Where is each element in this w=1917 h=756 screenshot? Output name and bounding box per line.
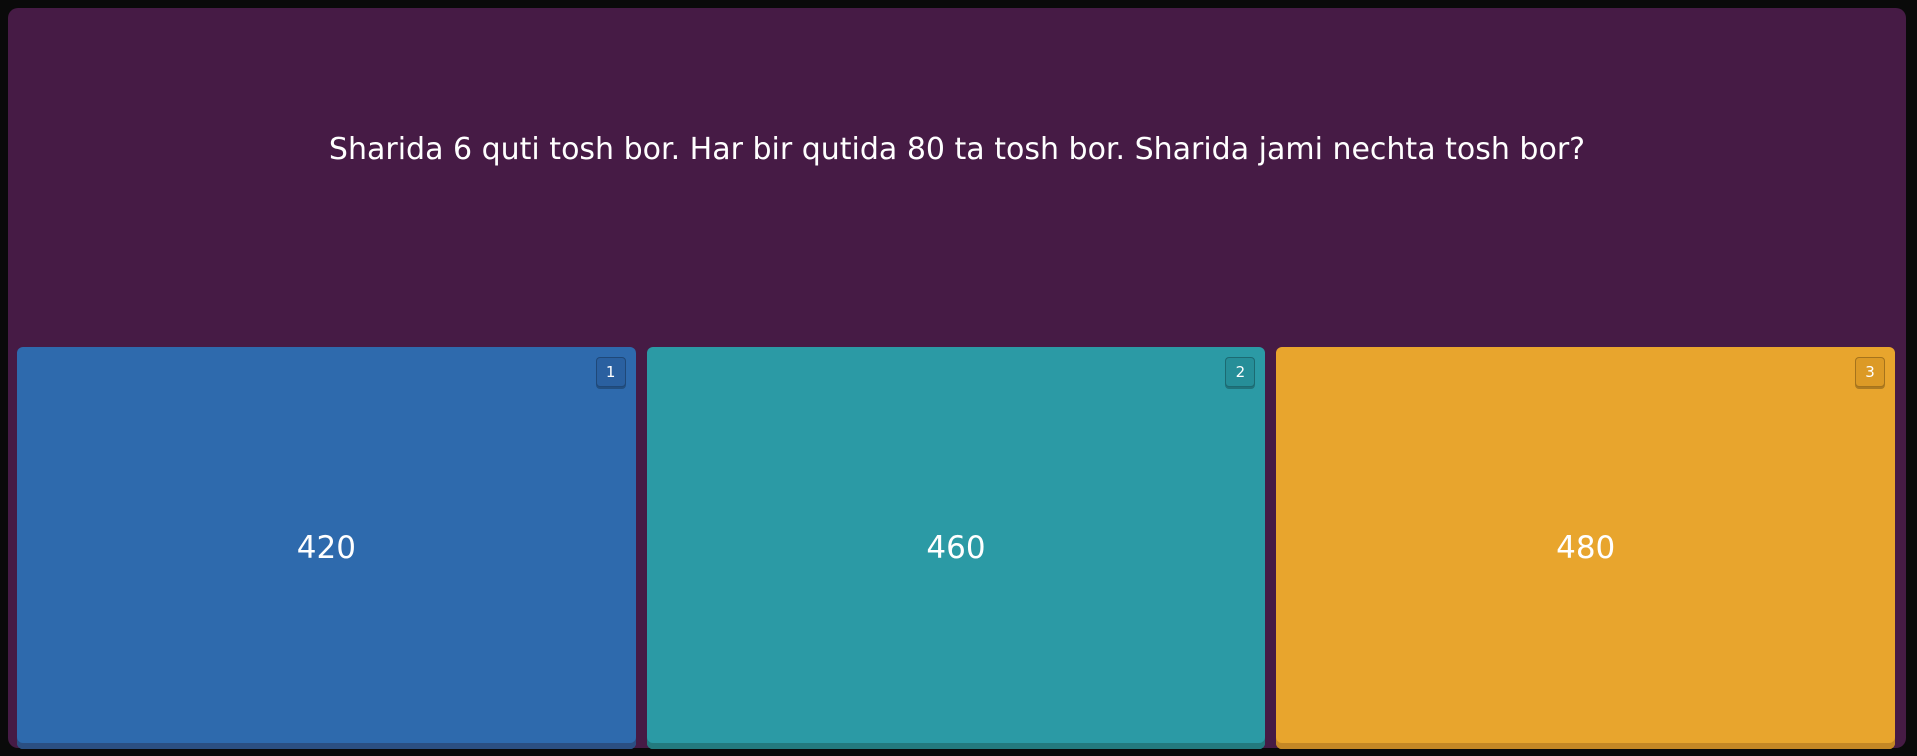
answer-value-2: 460	[926, 530, 986, 566]
question-area: Sharida 6 quti tosh bor. Har bir qutida …	[8, 8, 1906, 348]
answer-key-badge-3: 3	[1855, 357, 1886, 387]
quiz-frame: Sharida 6 quti tosh bor. Har bir qutida …	[8, 8, 1906, 749]
answer-key-badge-2: 2	[1225, 357, 1256, 387]
answer-option-2[interactable]: 2 460	[646, 347, 1266, 749]
answer-option-3[interactable]: 3 480	[1276, 347, 1896, 749]
answer-options: 1 420 2 460 3 480	[17, 347, 1896, 749]
answer-option-1[interactable]: 1 420	[17, 347, 636, 749]
answer-value-1: 420	[296, 530, 356, 566]
question-text: Sharida 6 quti tosh bor. Har bir qutida …	[328, 132, 1586, 167]
answer-key-badge-1: 1	[595, 357, 626, 387]
answer-value-3: 480	[1556, 530, 1616, 566]
